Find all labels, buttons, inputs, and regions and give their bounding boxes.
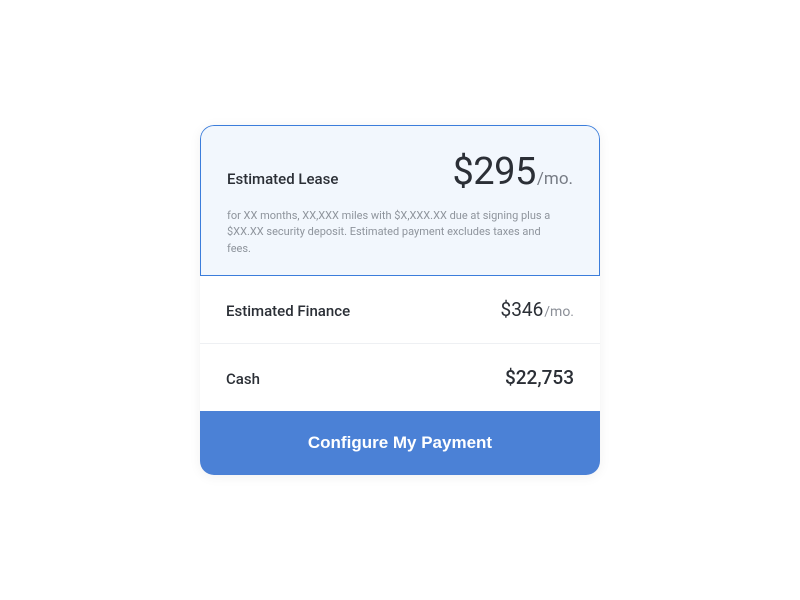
option-lease-price: $295 (452, 150, 535, 194)
option-lease[interactable]: Estimated Lease $295/mo. for XX months, … (200, 125, 600, 277)
option-finance-price: $346 (501, 298, 544, 321)
option-finance-row: Estimated Finance $346/mo. (226, 298, 574, 321)
option-lease-label: Estimated Lease (227, 170, 338, 188)
option-finance[interactable]: Estimated Finance $346/mo. (200, 276, 600, 344)
option-finance-price-wrap: $346/mo. (501, 298, 574, 321)
option-finance-label: Estimated Finance (226, 302, 350, 320)
payment-card: Estimated Lease $295/mo. for XX months, … (200, 125, 600, 476)
option-lease-row: Estimated Lease $295/mo. (227, 150, 573, 194)
option-cash[interactable]: Cash $22,753 (200, 344, 600, 411)
option-cash-price: $22,753 (505, 366, 574, 389)
option-finance-suffix: /mo. (544, 304, 574, 320)
option-lease-price-wrap: $295/mo. (452, 150, 573, 194)
option-cash-row: Cash $22,753 (226, 366, 574, 389)
configure-payment-button[interactable]: Configure My Payment (200, 411, 600, 475)
option-cash-label: Cash (226, 370, 260, 388)
option-lease-fineprint: for XX months, XX,XXX miles with $X,XXX.… (227, 208, 567, 258)
option-lease-suffix: /mo. (537, 169, 573, 189)
